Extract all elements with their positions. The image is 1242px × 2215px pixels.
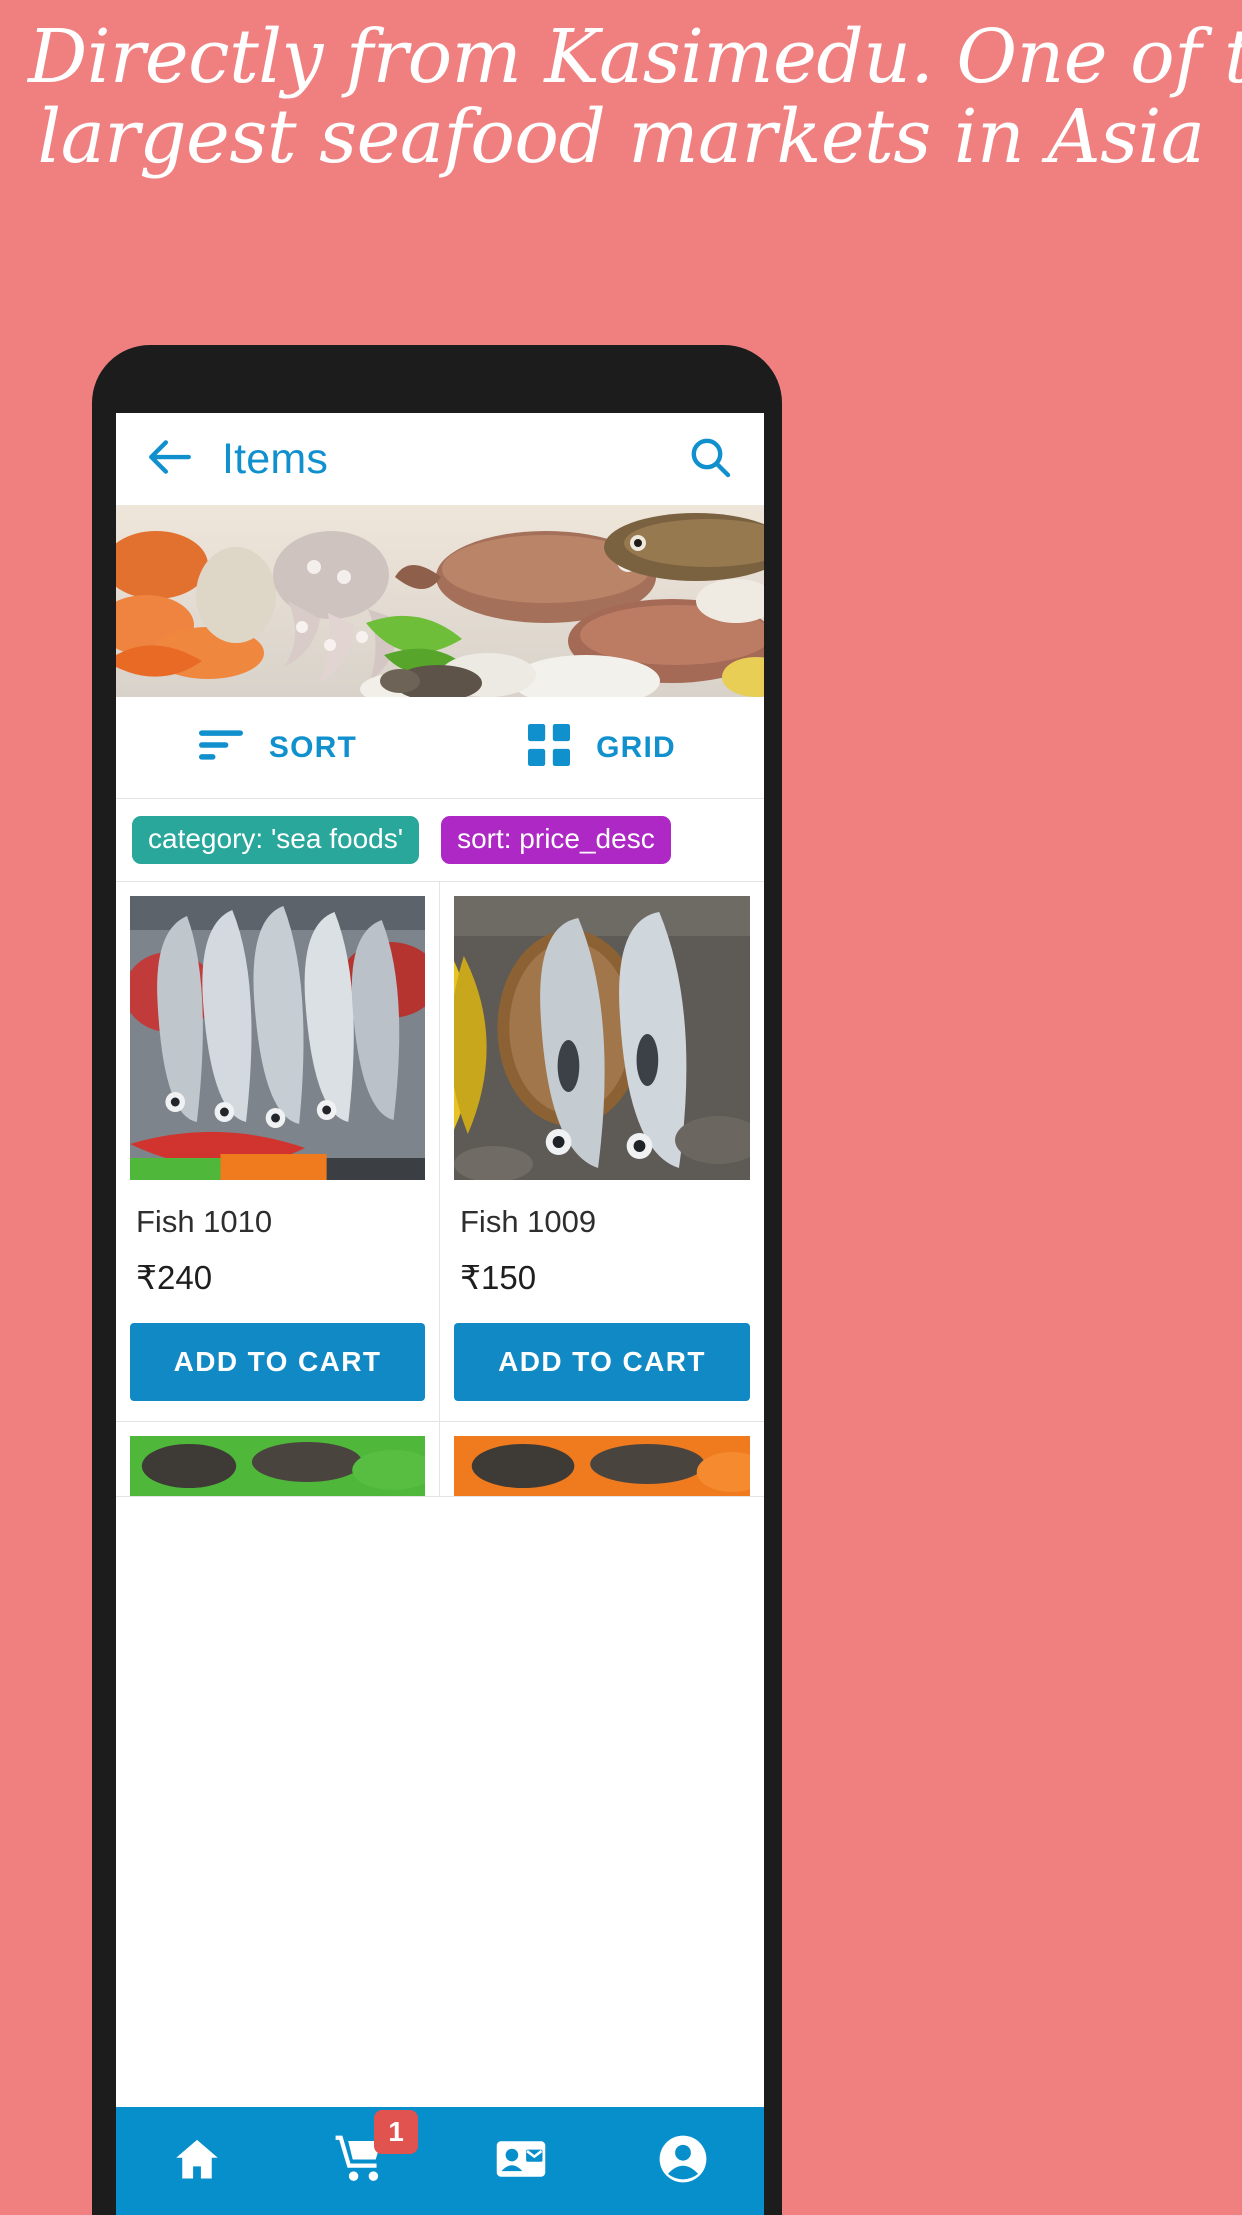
shopping-cart-icon (332, 2135, 386, 2190)
bottom-navigation-bar: 1 (116, 2107, 764, 2215)
grid-icon (528, 724, 571, 771)
grid-icon-svg (528, 724, 571, 766)
sort-icon-svg (198, 730, 243, 760)
contact-mail-icon (493, 2131, 549, 2192)
sort-button[interactable]: SORT (116, 697, 440, 798)
search-icon (686, 433, 734, 486)
home-icon (171, 2133, 223, 2190)
banner-artwork (116, 505, 764, 697)
add-to-cart-button[interactable]: ADD TO CART (130, 1323, 425, 1401)
chip-category[interactable]: category: 'sea foods' (132, 816, 420, 864)
promo-headline: Directly from Kasimedu. One of the large… (0, 14, 1242, 180)
search-button[interactable] (682, 431, 738, 487)
nav-item-cart[interactable]: 1 (278, 2107, 440, 2215)
app-bar: Items (116, 413, 764, 505)
product-image (454, 896, 750, 1180)
back-button[interactable] (142, 431, 198, 487)
promo-line-1: Directly from Kasimedu. One of the (28, 14, 1242, 100)
cart-icon-wrapper: 1 (332, 2109, 418, 2191)
product-image (454, 1436, 750, 1496)
back-arrow-icon (145, 432, 195, 487)
product-title: Fish 1009 (460, 1204, 597, 1239)
chip-sort[interactable]: sort: price_desc (441, 816, 671, 864)
product-image-artwork (130, 1436, 425, 1496)
product-title: Fish 1010 (136, 1204, 273, 1239)
product-price: ₹240 (136, 1259, 213, 1296)
phone-screen: Items SORT GRID category: 'sea foods' so… (116, 413, 764, 2215)
product-card[interactable] (116, 1422, 440, 1497)
nav-item-contact[interactable] (440, 2107, 602, 2215)
product-image-artwork (130, 896, 425, 1180)
page-title: Items (222, 434, 329, 483)
product-image (130, 896, 425, 1180)
filter-chip-row: category: 'sea foods' sort: price_desc (116, 799, 764, 882)
account-circle-icon (656, 2132, 710, 2191)
sort-button-label: SORT (268, 730, 358, 764)
phone-device-frame: Items SORT GRID category: 'sea foods' so… (92, 345, 782, 2215)
nav-item-home[interactable] (116, 2107, 278, 2215)
promo-line-2: largest seafood markets in Asia (37, 93, 1205, 180)
sort-grid-toolbar: SORT GRID (116, 697, 764, 799)
grid-button[interactable]: GRID (440, 697, 764, 798)
product-grid: Fish 1010 ₹240 ADD TO CART Fish 1009 ₹15… (116, 882, 764, 1497)
cart-badge-count: 1 (374, 2109, 418, 2154)
product-image (130, 1436, 425, 1496)
product-price: ₹150 (460, 1259, 537, 1296)
sort-icon (198, 728, 243, 767)
grid-button-label: GRID (596, 730, 676, 764)
nav-item-account[interactable] (602, 2107, 764, 2215)
product-card[interactable] (440, 1422, 764, 1497)
product-card[interactable]: Fish 1010 ₹240 ADD TO CART (116, 882, 440, 1422)
product-image-artwork (454, 896, 750, 1180)
add-to-cart-button[interactable]: ADD TO CART (454, 1323, 750, 1401)
product-card[interactable]: Fish 1009 ₹150 ADD TO CART (440, 882, 764, 1422)
seafood-banner-image (116, 505, 764, 697)
product-image-artwork (454, 1436, 750, 1496)
